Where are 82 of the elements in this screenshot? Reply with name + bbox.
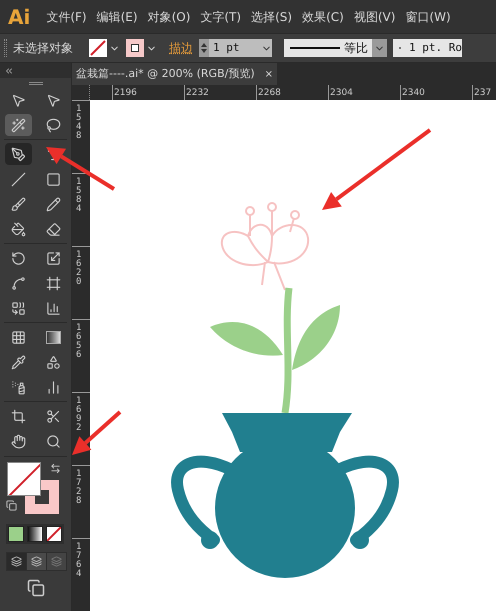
pencil-icon: [46, 196, 60, 212]
screen-mode-icon[interactable]: [26, 579, 44, 597]
line-icon: [10, 172, 26, 186]
menu-item[interactable]: 选择(S): [251, 8, 292, 26]
menu-item[interactable]: 对象(O): [148, 8, 190, 26]
ruler-label: 1692: [76, 397, 82, 433]
paint-bucket-icon: [10, 222, 26, 236]
menu-item[interactable]: 效果(C): [302, 8, 344, 26]
panel-grip[interactable]: [4, 39, 7, 57]
stroke-label[interactable]: 描边: [169, 39, 193, 57]
stroke-weight-value: 1 pt: [212, 40, 240, 56]
eyedropper-icon: [10, 354, 26, 370]
default-colors-icon[interactable]: [6, 500, 17, 511]
ruler-label: 2340: [401, 88, 425, 99]
tool-button[interactable]: [4, 114, 32, 136]
spinner-icon[interactable]: [199, 39, 209, 57]
draw-behind-button[interactable]: [27, 553, 46, 570]
ruler-label: 1764: [76, 543, 82, 579]
close-button[interactable]: ×: [264, 66, 274, 82]
none-button[interactable]: [46, 526, 62, 542]
ruler-label: 1620: [76, 251, 82, 287]
panel-grip[interactable]: [28, 82, 42, 84]
brush-icon: [10, 196, 26, 212]
fill-swatch[interactable]: [7, 462, 41, 496]
zoom-icon: [46, 434, 60, 448]
menu-item[interactable]: 视图(V): [354, 8, 396, 26]
ruler-label: 2196: [113, 88, 137, 99]
ruler-label: 1656: [76, 324, 82, 360]
ruler-label: 237: [473, 88, 492, 99]
document-title: 盆栽篇----.ai* @ 200% (RGB/预览): [76, 66, 255, 82]
pen-icon: [10, 146, 26, 162]
swap-icon[interactable]: [50, 463, 61, 474]
layers-icon: [11, 556, 22, 567]
eraser-icon: [46, 222, 60, 236]
magic-wand-icon: [10, 118, 26, 132]
menu-item[interactable]: 窗口(W): [405, 8, 451, 26]
mesh-icon: [10, 330, 26, 344]
profile-label: 等比: [344, 40, 369, 57]
direct-arrow-icon: [46, 92, 60, 108]
ruler-corner[interactable]: [72, 85, 90, 100]
menu-item[interactable]: 编辑(E): [96, 8, 138, 26]
bar-chart-icon: [46, 300, 60, 316]
rectangle-icon: [46, 172, 60, 186]
spray-can-icon: [10, 380, 26, 394]
gradient-button[interactable]: [27, 526, 43, 542]
document-tab[interactable]: 盆栽篇----.ai* @ 200% (RGB/预览) ×: [72, 63, 278, 85]
tool-button[interactable]: [4, 143, 32, 165]
ruler-label: 2232: [185, 88, 209, 99]
selection-arrow-icon: [10, 92, 26, 108]
stroke-swatch[interactable]: [126, 39, 144, 57]
lasso-icon: [46, 118, 60, 132]
column-graph-icon: [46, 380, 60, 394]
artboard-icon: [10, 408, 26, 424]
hand-icon: [10, 434, 26, 448]
layers-icon: [31, 556, 42, 567]
ruler-label: 1548: [76, 105, 82, 141]
selection-label: 未选择对象: [13, 40, 73, 57]
curve-icon: [10, 276, 26, 290]
ruler-label: 1728: [76, 470, 82, 506]
scissors-icon: [46, 408, 60, 424]
brush-label: 1 pt. Ro: [409, 40, 462, 56]
layers-icon: [51, 556, 62, 567]
shape-builder-icon: [10, 300, 26, 316]
gradient-icon: [46, 330, 60, 344]
stroke-weight-field[interactable]: 1 pt: [199, 39, 272, 57]
ruler-label: 2304: [329, 88, 353, 99]
profile-selector[interactable]: 等比: [284, 39, 387, 57]
frame-icon: [46, 276, 60, 290]
rotate-icon: [10, 250, 26, 266]
ruler-label: 1584: [76, 178, 82, 214]
brush-field[interactable]: 1 pt. Ro: [393, 39, 462, 57]
color-button[interactable]: [8, 526, 24, 542]
fill-swatch[interactable]: [89, 39, 107, 57]
scale-icon: [46, 250, 60, 266]
collapse-icon[interactable]: [4, 66, 14, 76]
app-logo: Ai: [8, 4, 30, 30]
ruler-label: 2268: [257, 88, 281, 99]
annotation-arrow: [72, 410, 122, 455]
menu-item[interactable]: 文字(T): [200, 8, 242, 26]
draw-normal-button[interactable]: [7, 553, 26, 570]
shapes-icon: [46, 354, 60, 370]
menu-item[interactable]: 文件(F): [46, 8, 87, 26]
